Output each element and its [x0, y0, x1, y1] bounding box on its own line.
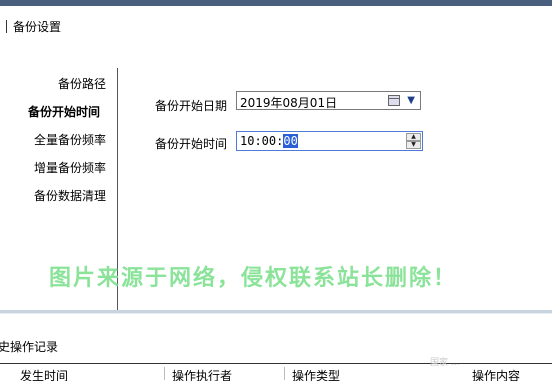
column-header-operation-content[interactable]: 操作内容 — [472, 367, 550, 381]
log-header-divider — [0, 363, 552, 364]
start-date-picker[interactable]: 2019年08月01日 ▼ — [236, 91, 421, 110]
start-time-value: 10:00:00 — [240, 134, 298, 148]
time-spinner[interactable]: ▲ ▼ — [406, 133, 421, 149]
window-top-bar — [0, 0, 552, 6]
nav-item-backup-start-time[interactable]: 备份开始时间 — [28, 103, 100, 120]
section-title: 备份设置 — [13, 19, 62, 34]
column-header-time[interactable]: 发生时间 — [20, 367, 160, 381]
panel-splitter-highlight — [0, 313, 552, 314]
column-separator[interactable] — [284, 367, 285, 380]
spin-down-icon[interactable]: ▼ — [406, 141, 421, 149]
start-date-label: 备份开始日期 — [155, 99, 228, 113]
watermark-text: 图片来源于网络，侵权联系站长删除！ — [49, 266, 458, 291]
section-header: 备份设置 — [6, 16, 61, 36]
corner-watermark: 国家 ... — [430, 358, 460, 368]
nav-item-full-backup-frequency[interactable]: 全量备份频率 — [34, 131, 106, 148]
spin-up-icon[interactable]: ▲ — [406, 133, 421, 141]
dropdown-arrow-icon[interactable]: ▼ — [407, 95, 415, 106]
nav-item-backup-path[interactable]: 备份路径 — [58, 75, 106, 92]
log-section-title: 史操作记录 — [0, 340, 59, 354]
calendar-icon[interactable] — [388, 95, 400, 106]
start-time-second-selected: 00 — [283, 134, 298, 148]
start-time-label: 备份开始时间 — [155, 137, 228, 151]
nav-item-backup-data-cleanup[interactable]: 备份数据清理 — [34, 187, 106, 204]
column-header-operator[interactable]: 操作执行者 — [172, 367, 280, 381]
start-time-input[interactable]: 10:00:00 ▲ ▼ — [236, 131, 423, 151]
nav-item-incremental-backup-frequency[interactable]: 增量备份频率 — [34, 159, 106, 176]
section-header-bar — [6, 19, 7, 33]
start-date-value: 2019年08月01日 — [240, 96, 338, 110]
column-separator[interactable] — [164, 367, 165, 380]
start-time-hour-minute: 10:00: — [240, 134, 284, 148]
column-header-operation-type[interactable]: 操作类型 — [292, 367, 432, 381]
